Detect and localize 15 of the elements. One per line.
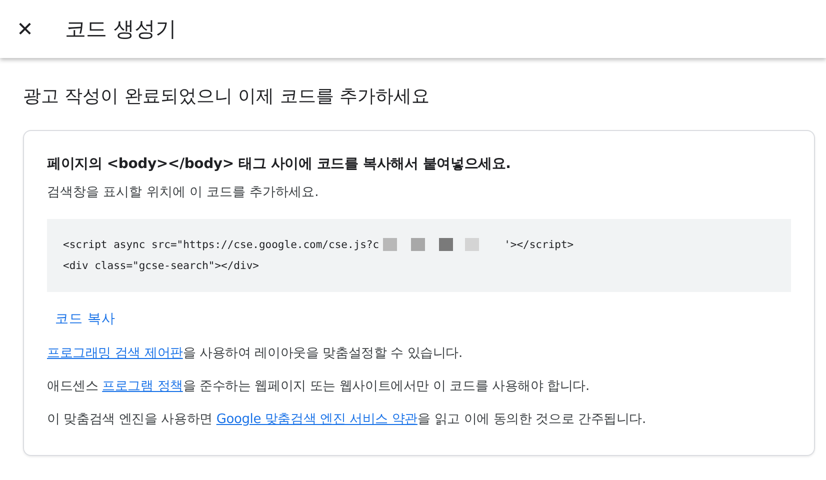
code-line: <div class="gcse-search"></div>: [63, 260, 259, 272]
code-line: '></script>: [504, 238, 574, 250]
text-link[interactable]: 프로그래밍 검색 제어판: [47, 346, 183, 361]
instruction-subtext: 검색창을 표시할 위치에 이 코드를 추가하세요.: [47, 184, 320, 201]
note-text: 애드센스 프로그램 정책을 준수하는 웹페이지 또는 웹사이트에서만 이 코드를 사용해야 합니다.: [47, 378, 590, 395]
close-button[interactable]: ✕: [12, 16, 38, 42]
note-text: 이 맞춤검색 엔진을 사용하면 Google 맞춤검색 엔진 서비스 약관을 읽고 이에 동의한 것으로 간주됩니다.: [47, 411, 647, 428]
text-link[interactable]: Google 맞춤검색 엔진 서비스 약관: [216, 412, 418, 427]
note-text: 프로그래밍 검색 제어판을 사용하여 레이아웃을 맞춤설정할 수 있습니다.: [47, 345, 464, 362]
instruction-text: 페이지의 <body></body> 태그 사이에 코드를 복사해서 붙여넣으세요.: [47, 155, 512, 173]
copy-code-button[interactable]: 코드 복사: [47, 306, 124, 332]
text-link[interactable]: 프로그램 정책: [102, 379, 183, 394]
code-line: <script async src="https://cse.google.com/cse.js?c: [63, 238, 380, 250]
section-heading: 광고 작성이 완료되었으니 이제 코드를 추가하세요: [23, 85, 431, 108]
page-title: 코드 생성기: [65, 16, 177, 43]
